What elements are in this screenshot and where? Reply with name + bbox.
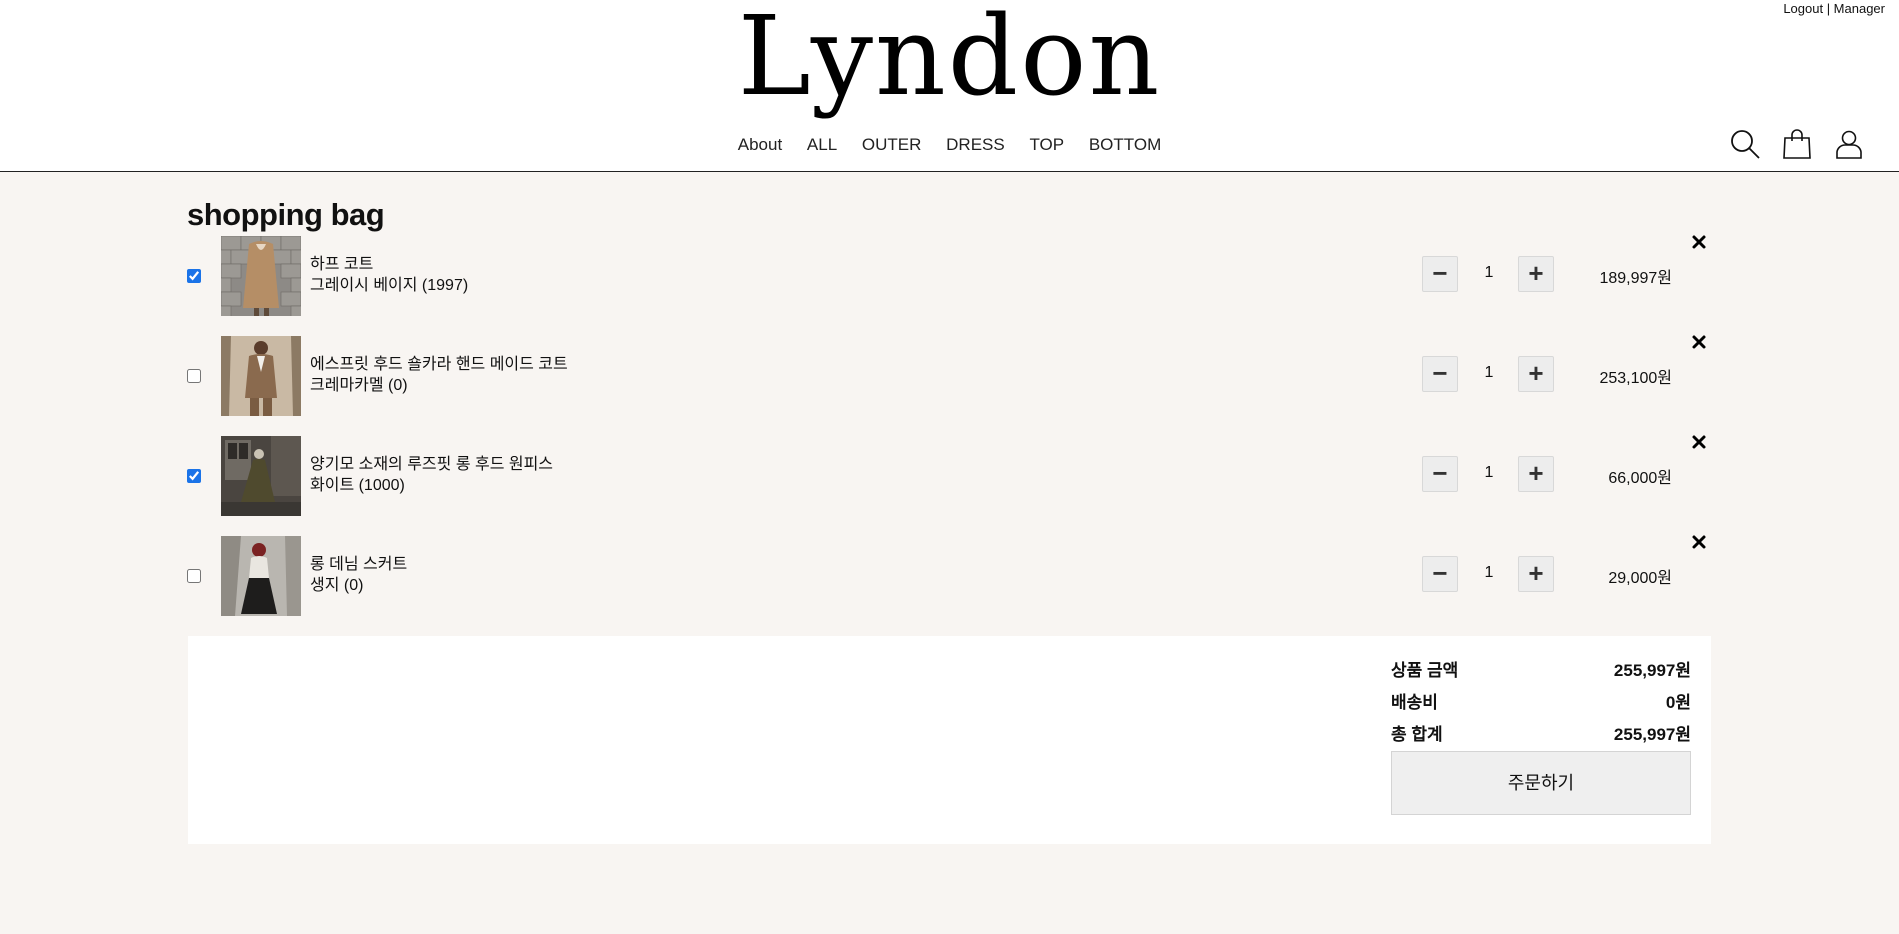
item-price: 253,100원 bbox=[1599, 370, 1672, 387]
quantity-increase-button[interactable]: + bbox=[1518, 356, 1554, 392]
item-checkbox[interactable] bbox=[187, 369, 201, 383]
cart-item: 에스프릿 후드 숄카라 핸드 메이드 코트 크레마카멜 (0) − 1 + 25… bbox=[187, 335, 1717, 416]
quantity-value: 1 bbox=[1484, 264, 1494, 281]
cart-item: 양기모 소재의 루즈핏 롱 후드 원피스 화이트 (1000) − 1 + 66… bbox=[187, 435, 1717, 516]
item-name[interactable]: 에스프릿 후드 숄카라 핸드 메이드 코트 bbox=[310, 354, 568, 375]
item-checkbox[interactable] bbox=[187, 269, 201, 283]
shopping-bag-icon[interactable] bbox=[1781, 128, 1813, 160]
item-checkbox[interactable] bbox=[187, 469, 201, 483]
item-name[interactable]: 양기모 소재의 루즈핏 롱 후드 원피스 bbox=[310, 454, 553, 475]
product-image[interactable] bbox=[221, 436, 301, 516]
item-checkbox[interactable] bbox=[187, 569, 201, 583]
remove-item-icon[interactable] bbox=[1689, 432, 1709, 452]
quantity-value: 1 bbox=[1484, 564, 1494, 581]
quantity-increase-button[interactable]: + bbox=[1518, 556, 1554, 592]
product-image[interactable] bbox=[221, 336, 301, 416]
main-nav: About ALL OUTER DRESS TOP BOTTOM bbox=[0, 135, 1899, 155]
quantity-value: 1 bbox=[1484, 364, 1494, 381]
item-option: 크레마카멜 (0) bbox=[310, 377, 408, 394]
item-option: 생지 (0) bbox=[310, 577, 364, 594]
order-button[interactable]: 주문하기 bbox=[1391, 751, 1691, 815]
header-icons bbox=[1729, 128, 1865, 160]
order-summary: 상품 금액 255,997원 배송비 0원 총 합계 255,997원 주문하기 bbox=[188, 636, 1711, 844]
item-name[interactable]: 하프 코트 bbox=[310, 254, 468, 275]
nav-item-about[interactable]: About bbox=[738, 135, 782, 155]
item-info: 양기모 소재의 루즈핏 롱 후드 원피스 화이트 (1000) bbox=[310, 454, 553, 496]
subtotal-label: 상품 금액 bbox=[1391, 661, 1459, 680]
cart-item: 롱 데님 스커트 생지 (0) − 1 + 29,000원 bbox=[187, 535, 1717, 616]
item-name[interactable]: 롱 데님 스커트 bbox=[310, 554, 407, 575]
item-price: 189,997원 bbox=[1599, 270, 1672, 287]
item-option: 그레이시 베이지 (1997) bbox=[310, 277, 469, 294]
quantity-increase-button[interactable]: + bbox=[1518, 456, 1554, 492]
product-image[interactable] bbox=[221, 236, 301, 316]
subtotal-value: 255,997원 bbox=[1613, 661, 1691, 680]
nav-item-bottom[interactable]: BOTTOM bbox=[1089, 135, 1161, 155]
quantity-decrease-button[interactable]: − bbox=[1422, 456, 1458, 492]
item-option: 화이트 (1000) bbox=[310, 477, 405, 494]
remove-item-icon[interactable] bbox=[1689, 532, 1709, 552]
quantity-decrease-button[interactable]: − bbox=[1422, 556, 1458, 592]
quantity-decrease-button[interactable]: − bbox=[1422, 356, 1458, 392]
quantity-increase-button[interactable]: + bbox=[1518, 256, 1554, 292]
nav-item-outer[interactable]: OUTER bbox=[862, 135, 922, 155]
nav-item-all[interactable]: ALL bbox=[807, 135, 837, 155]
item-price: 29,000원 bbox=[1608, 570, 1672, 587]
nav-item-top[interactable]: TOP bbox=[1029, 135, 1064, 155]
site-header: Logout | Manager Lyndon About ALL OUTER … bbox=[0, 0, 1899, 172]
item-price: 66,000원 bbox=[1608, 470, 1672, 487]
item-info: 하프 코트 그레이시 베이지 (1997) bbox=[310, 254, 468, 296]
quantity-value: 1 bbox=[1484, 464, 1494, 481]
product-image[interactable] bbox=[221, 536, 301, 616]
shipping-label: 배송비 bbox=[1391, 693, 1438, 712]
total-label: 총 합계 bbox=[1391, 725, 1443, 744]
page-title: shopping bag bbox=[187, 197, 385, 232]
shipping-value: 0원 bbox=[1665, 693, 1691, 712]
item-info: 에스프릿 후드 숄카라 핸드 메이드 코트 크레마카멜 (0) bbox=[310, 354, 568, 396]
remove-item-icon[interactable] bbox=[1689, 332, 1709, 352]
brand-logo[interactable]: Lyndon bbox=[0, 0, 1899, 116]
item-info: 롱 데님 스커트 생지 (0) bbox=[310, 554, 407, 596]
remove-item-icon[interactable] bbox=[1689, 232, 1709, 252]
user-icon[interactable] bbox=[1833, 128, 1865, 160]
nav-item-dress[interactable]: DRESS bbox=[946, 135, 1005, 155]
cart-item: 하프 코트 그레이시 베이지 (1997) − 1 + 189,997원 bbox=[187, 235, 1717, 316]
total-value: 255,997원 bbox=[1613, 725, 1691, 744]
search-icon[interactable] bbox=[1729, 128, 1761, 160]
quantity-decrease-button[interactable]: − bbox=[1422, 256, 1458, 292]
